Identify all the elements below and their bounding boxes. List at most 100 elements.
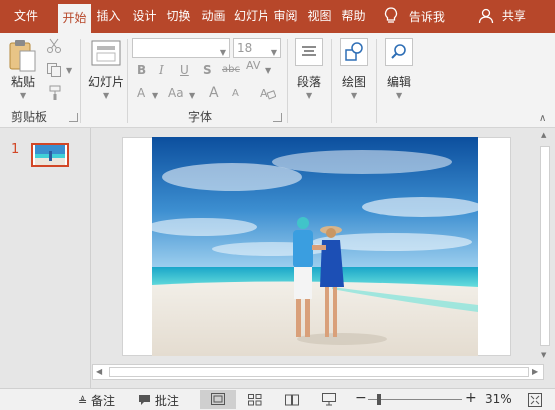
- cut-icon[interactable]: [46, 38, 62, 57]
- scroll-up-icon[interactable]: ▲: [541, 131, 546, 139]
- zoom-in-button[interactable]: +: [465, 390, 477, 406]
- font-size-value: 18: [237, 41, 253, 55]
- new-slide-button[interactable]: [91, 40, 121, 69]
- slide-number: 1: [11, 142, 20, 157]
- strikethrough-icon[interactable]: abc: [222, 64, 240, 75]
- zoom-out-button[interactable]: −: [355, 390, 367, 406]
- paste-dropdown-icon[interactable]: ▼: [20, 91, 26, 100]
- paragraph-dropdown-icon[interactable]: ▼: [306, 91, 312, 100]
- notes-button[interactable]: ≜ 备注: [78, 392, 115, 409]
- scroll-left-icon[interactable]: ◀: [96, 367, 102, 376]
- clipboard-dialog-launcher-icon[interactable]: [69, 113, 78, 122]
- tab-view[interactable]: 视图: [305, 0, 334, 33]
- scroll-right-icon[interactable]: ▶: [532, 367, 538, 376]
- drawing-button[interactable]: [340, 38, 368, 66]
- new-slide-icon: [91, 40, 121, 66]
- copy-dropdown-icon[interactable]: ▼: [66, 66, 72, 75]
- tab-help[interactable]: 帮助: [339, 0, 368, 33]
- new-slide-dropdown-icon[interactable]: ▼: [103, 91, 109, 100]
- scrollbar-thumb[interactable]: [540, 146, 550, 346]
- zoom-slider-thumb[interactable]: [377, 394, 381, 405]
- font-name-dropdown-icon: ▼: [219, 48, 226, 57]
- paragraph-button[interactable]: [295, 38, 323, 66]
- normal-view-button[interactable]: [200, 390, 236, 409]
- ribbon-tab-bar: 文件 开始 插入 设计 切换 动画 幻灯片放映 审阅 视图 帮助 告诉我 共享: [0, 0, 555, 33]
- tab-transitions[interactable]: 切换: [164, 0, 193, 33]
- paragraph-align-icon: [302, 46, 316, 56]
- slide-thumbnail-pane: 1: [0, 128, 90, 388]
- status-bar: ≜ 备注 批注 − + 31%: [0, 388, 555, 410]
- editing-button[interactable]: [385, 38, 413, 66]
- notes-icon: ≜: [78, 395, 88, 408]
- hscrollbar-thumb[interactable]: [109, 367, 529, 377]
- share-label: 共享: [501, 9, 526, 23]
- drawing-label: 绘图: [341, 75, 366, 89]
- font-group-label: 字体: [187, 110, 212, 124]
- change-case-dropdown-icon[interactable]: ▼: [189, 91, 195, 100]
- tab-insert[interactable]: 插入: [93, 0, 124, 33]
- tab-design[interactable]: 设计: [130, 0, 159, 33]
- group-separator: [376, 39, 377, 123]
- beach-couple-picture[interactable]: [152, 137, 478, 356]
- beach-photo-image: [152, 137, 478, 356]
- comments-label: 批注: [154, 394, 179, 408]
- editing-dropdown-icon[interactable]: ▼: [396, 91, 402, 100]
- tab-review[interactable]: 审阅: [271, 0, 300, 33]
- character-spacing-dropdown-icon[interactable]: ▼: [265, 66, 271, 75]
- paragraph-label: 段落: [296, 75, 321, 89]
- italic-icon[interactable]: I: [159, 63, 164, 77]
- editing-label: 编辑: [386, 75, 411, 89]
- horizontal-scrollbar[interactable]: ◀ ▶: [92, 364, 544, 380]
- slide-sorter-icon[interactable]: [248, 394, 262, 406]
- drawing-dropdown-icon[interactable]: ▼: [351, 91, 357, 100]
- zoom-percent[interactable]: 31%: [485, 392, 512, 406]
- comments-button[interactable]: 批注: [138, 392, 179, 409]
- scroll-down-icon[interactable]: ▼: [541, 351, 546, 359]
- tab-slideshow[interactable]: 幻灯片放映: [234, 0, 267, 33]
- paste-button[interactable]: [8, 39, 38, 76]
- paste-label: 粘贴: [10, 75, 35, 89]
- format-painter-icon[interactable]: [46, 85, 62, 104]
- ribbon: 粘贴 ▼ ▼ 剪贴板 幻灯片 ▼ ▼ 18 ▼ B I U S abc AV ▼…: [0, 33, 555, 128]
- comment-icon: [139, 395, 150, 405]
- copy-icon[interactable]: [46, 62, 62, 81]
- tell-me-label: 告诉我: [408, 9, 445, 24]
- bold-icon[interactable]: B: [137, 63, 146, 77]
- collapse-ribbon-icon[interactable]: ∧: [539, 113, 546, 124]
- clipboard-group-label: 剪贴板: [10, 110, 47, 124]
- reading-view-icon[interactable]: [285, 394, 299, 406]
- tell-me-box[interactable]: 告诉我: [383, 7, 445, 25]
- normal-view-icon: [211, 393, 225, 405]
- decrease-font-size-icon[interactable]: A: [232, 88, 239, 99]
- group-separator: [331, 39, 332, 123]
- fit-slide-to-window-icon[interactable]: [528, 393, 542, 407]
- thumbnail-image: [35, 145, 65, 165]
- group-separator: [287, 39, 288, 123]
- increase-font-size-icon[interactable]: A: [209, 85, 219, 101]
- slide-thumbnail[interactable]: [31, 143, 69, 167]
- font-name-combo[interactable]: ▼: [132, 38, 230, 58]
- slideshow-icon[interactable]: [322, 393, 336, 406]
- underline-icon[interactable]: U: [180, 63, 189, 77]
- tab-animations[interactable]: 动画: [198, 0, 229, 33]
- vertical-scrollbar[interactable]: ▲ ▼: [537, 128, 554, 364]
- new-slide-label: 幻灯片: [87, 75, 124, 89]
- zoom-slider-track[interactable]: [368, 399, 462, 400]
- change-case-icon[interactable]: Aa: [168, 86, 184, 100]
- font-color-icon[interactable]: A: [137, 86, 145, 100]
- shapes-icon: [345, 42, 363, 61]
- clear-formatting-icon[interactable]: A: [260, 86, 277, 103]
- character-spacing-icon[interactable]: AV: [246, 59, 260, 72]
- lightbulb-icon: [384, 7, 398, 23]
- find-magnifier-icon: [391, 44, 406, 59]
- font-dialog-launcher-icon[interactable]: [273, 113, 282, 122]
- notes-label: 备注: [91, 394, 116, 408]
- paste-clipboard-icon: [9, 40, 36, 72]
- font-size-combo[interactable]: 18 ▼: [233, 38, 281, 58]
- tab-home[interactable]: 开始: [58, 4, 91, 33]
- tab-file[interactable]: 文件: [4, 0, 48, 33]
- share-button[interactable]: 共享: [478, 7, 526, 24]
- font-color-dropdown-icon[interactable]: ▼: [152, 91, 158, 100]
- text-shadow-icon[interactable]: S: [203, 63, 212, 77]
- group-separator: [127, 39, 128, 123]
